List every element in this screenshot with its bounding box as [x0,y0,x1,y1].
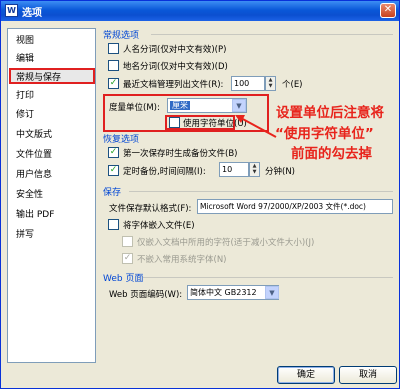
default-format-select[interactable]: Microsoft Word 97/2000/XP/2003 文件(*.doc) [197,199,393,214]
person-name-label: 人名分词(仅对中文有效)(P) [123,45,227,55]
web-page-heading: Web 页面 [103,274,144,284]
options-dialog: W 选项 ✕ 视图 编辑 常规与保存 打印 修订 中文版式 文件位置 用户信息 … [0,0,400,389]
sidebar-item-file-locations[interactable]: 文件位置 [11,147,93,163]
window-title: 选项 [22,8,42,19]
no-common-fonts-checkbox[interactable]: ✓ [122,253,133,264]
place-name-checkbox[interactable] [108,60,119,71]
close-button[interactable]: ✕ [380,3,396,18]
options-category-list: 视图 编辑 常规与保存 打印 修订 中文版式 文件位置 用户信息 安全性 输出 … [7,28,96,363]
sidebar-item-pdf-output[interactable]: 输出 PDF [11,207,93,223]
annotation-line-3: 前面的勾去掉 [291,146,372,162]
embed-fonts-label: 将字体嵌入文件(E) [123,221,195,231]
sidebar-item-general-save[interactable]: 常规与保存 [9,68,95,84]
title-bar[interactable]: W 选项 ✕ [1,1,399,21]
unit-label: 度量单位(M): [109,103,160,113]
annotation-line-1: 设置单位后注意将 [276,105,384,121]
general-save-panel: 常规选项 人名分词(仅对中文有效)(P) 地名分词(仅对中文有效)(D) ✓ 最… [101,28,395,363]
first-save-backup-label: 第一次保存时生成备份文件(B) [123,149,238,159]
first-save-backup-checkbox[interactable]: ✓ [108,147,119,158]
no-common-fonts-label: 不嵌入常用系统字体(N) [137,255,227,265]
recent-files-checkbox[interactable]: ✓ [108,78,119,89]
cancel-button[interactable]: 取消 [339,366,397,384]
recent-files-count-input[interactable]: 100 [231,76,265,91]
sidebar-item-spelling[interactable]: 拼写 [11,227,93,243]
group-divider [129,191,393,192]
sidebar-item-edit[interactable]: 编辑 [11,51,93,67]
recent-files-label: 最近文档管理列出文件(R): [123,80,224,90]
recent-files-stepper[interactable]: ▲ ▼ [265,76,276,91]
wps-app-icon: W [5,4,18,17]
person-name-checkbox[interactable] [108,43,119,54]
timed-backup-label: 定时备份,时间间隔(I): [123,167,206,177]
ok-button[interactable]: 确定 [277,366,335,384]
embed-used-only-checkbox[interactable] [122,236,133,247]
backup-interval-unit: 分钟(N) [265,167,295,177]
backup-interval-input[interactable]: 10 [219,162,249,177]
backup-interval-stepper[interactable]: ▲ ▼ [249,162,260,177]
sidebar-item-revision[interactable]: 修订 [11,107,93,123]
annotation-line-2: “使用字符单位” [275,126,374,142]
place-name-label: 地名分词(仅对中文有效)(D) [123,62,228,72]
save-heading: 保存 [103,188,122,198]
close-icon: ✕ [383,4,393,15]
embed-fonts-checkbox[interactable] [108,219,119,230]
group-divider [143,277,393,278]
chevron-down-icon[interactable]: ▼ [265,286,279,299]
timed-backup-checkbox[interactable]: ✓ [108,165,119,176]
annotation-arrow-icon [235,115,277,138]
sidebar-item-print[interactable]: 打印 [11,88,93,104]
default-format-label: 文件保存默认格式(F): [109,204,192,214]
sidebar-item-security[interactable]: 安全性 [11,187,93,203]
sidebar-item-view[interactable]: 视图 [11,33,93,49]
general-options-heading: 常规选项 [103,31,140,41]
recovery-options-heading: 恢复选项 [103,135,140,145]
unit-selected-value: 厘米 [170,101,190,110]
sidebar-item-chinese-layout[interactable]: 中文版式 [11,127,93,143]
web-encoding-label: Web 页面编码(W): [109,290,183,300]
recent-files-unit: 个(E) [282,80,303,90]
sidebar-item-user-info[interactable]: 用户信息 [11,167,93,183]
embed-used-only-label: 仅嵌入文档中所用的字符(适于减小文件大小)(J) [137,238,315,248]
use-char-unit-checkbox[interactable] [169,117,180,128]
group-divider [151,34,393,35]
